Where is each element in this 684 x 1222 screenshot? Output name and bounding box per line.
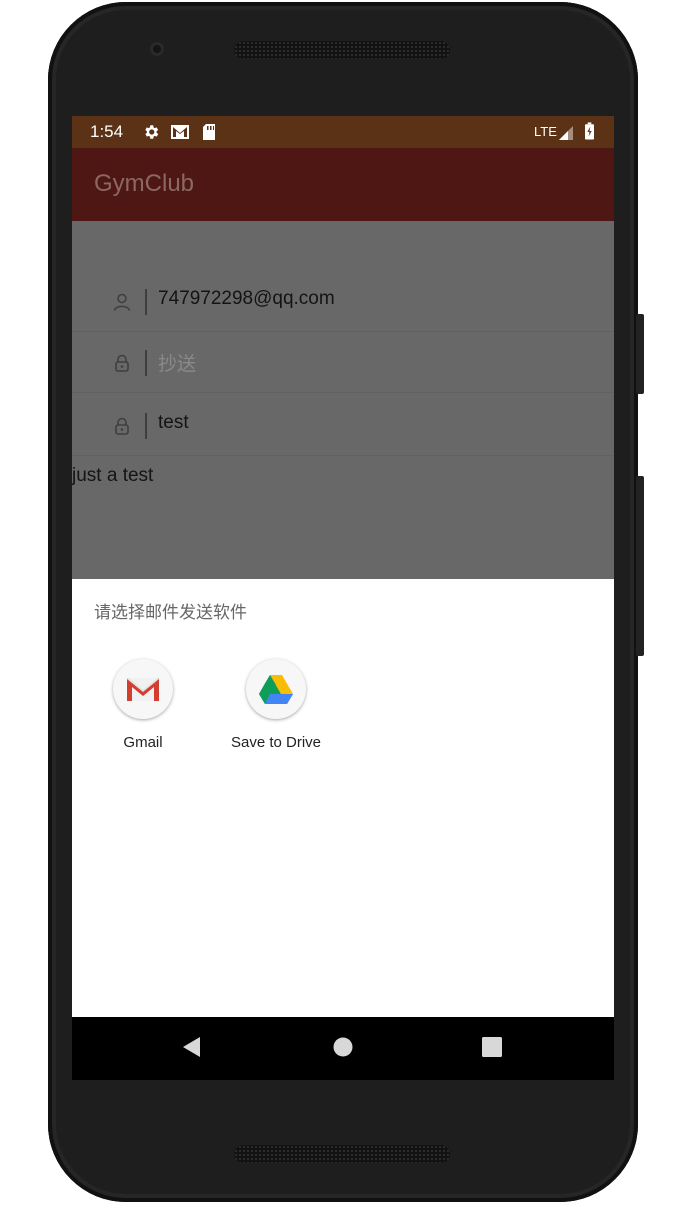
gmail-notification-icon [171,125,189,139]
network-type: LTE [534,124,557,139]
share-option-gmail[interactable]: Gmail [78,659,208,759]
bottom-speaker [234,1145,450,1163]
top-speaker [234,41,450,59]
volume-button [636,476,644,656]
field-divider [145,350,147,376]
battery-icon [585,122,594,140]
gmail-icon [113,659,173,719]
home-icon[interactable] [331,1035,355,1059]
screen: 1:54 LTE GymClub 747972298@qq.com 抄送 tes… [72,116,614,1080]
navigation-bar [72,1017,614,1080]
share-sheet-title: 请选择邮件发送软件 [94,603,247,623]
status-time: 1:54 [90,122,124,141]
google-drive-icon [246,659,306,719]
to-field[interactable]: 747972298@qq.com [158,288,335,310]
lock-icon [115,354,129,372]
email-form: 747972298@qq.com 抄送 test just a test [72,221,614,579]
gear-icon [145,125,159,139]
save-to-drive-label: Save to Drive [230,734,322,751]
power-button [636,314,644,394]
subject-field[interactable]: test [158,412,189,434]
front-camera [150,42,164,56]
app-bar: GymClub [72,148,614,221]
back-icon[interactable] [180,1035,204,1059]
status-bar: 1:54 LTE [72,116,614,148]
signal-icon [559,126,573,140]
cc-field[interactable]: 抄送 [158,349,196,376]
gmail-label: Gmail [123,734,163,751]
share-sheet: 请选择邮件发送软件 Gmail Save to Drive [72,579,614,1017]
share-option-save-to-drive[interactable]: Save to Drive [211,659,341,759]
field-divider [145,413,147,439]
recents-icon[interactable] [480,1035,504,1059]
to-field-row[interactable]: 747972298@qq.com [72,271,614,332]
app-title: GymClub [94,170,195,197]
subject-field-row[interactable]: test [72,395,614,456]
body-field[interactable]: just a test [72,465,153,487]
field-divider [145,289,147,315]
person-icon [113,293,131,311]
cc-field-row[interactable]: 抄送 [72,332,614,393]
lock-icon [115,417,129,435]
sd-card-icon [203,124,215,140]
